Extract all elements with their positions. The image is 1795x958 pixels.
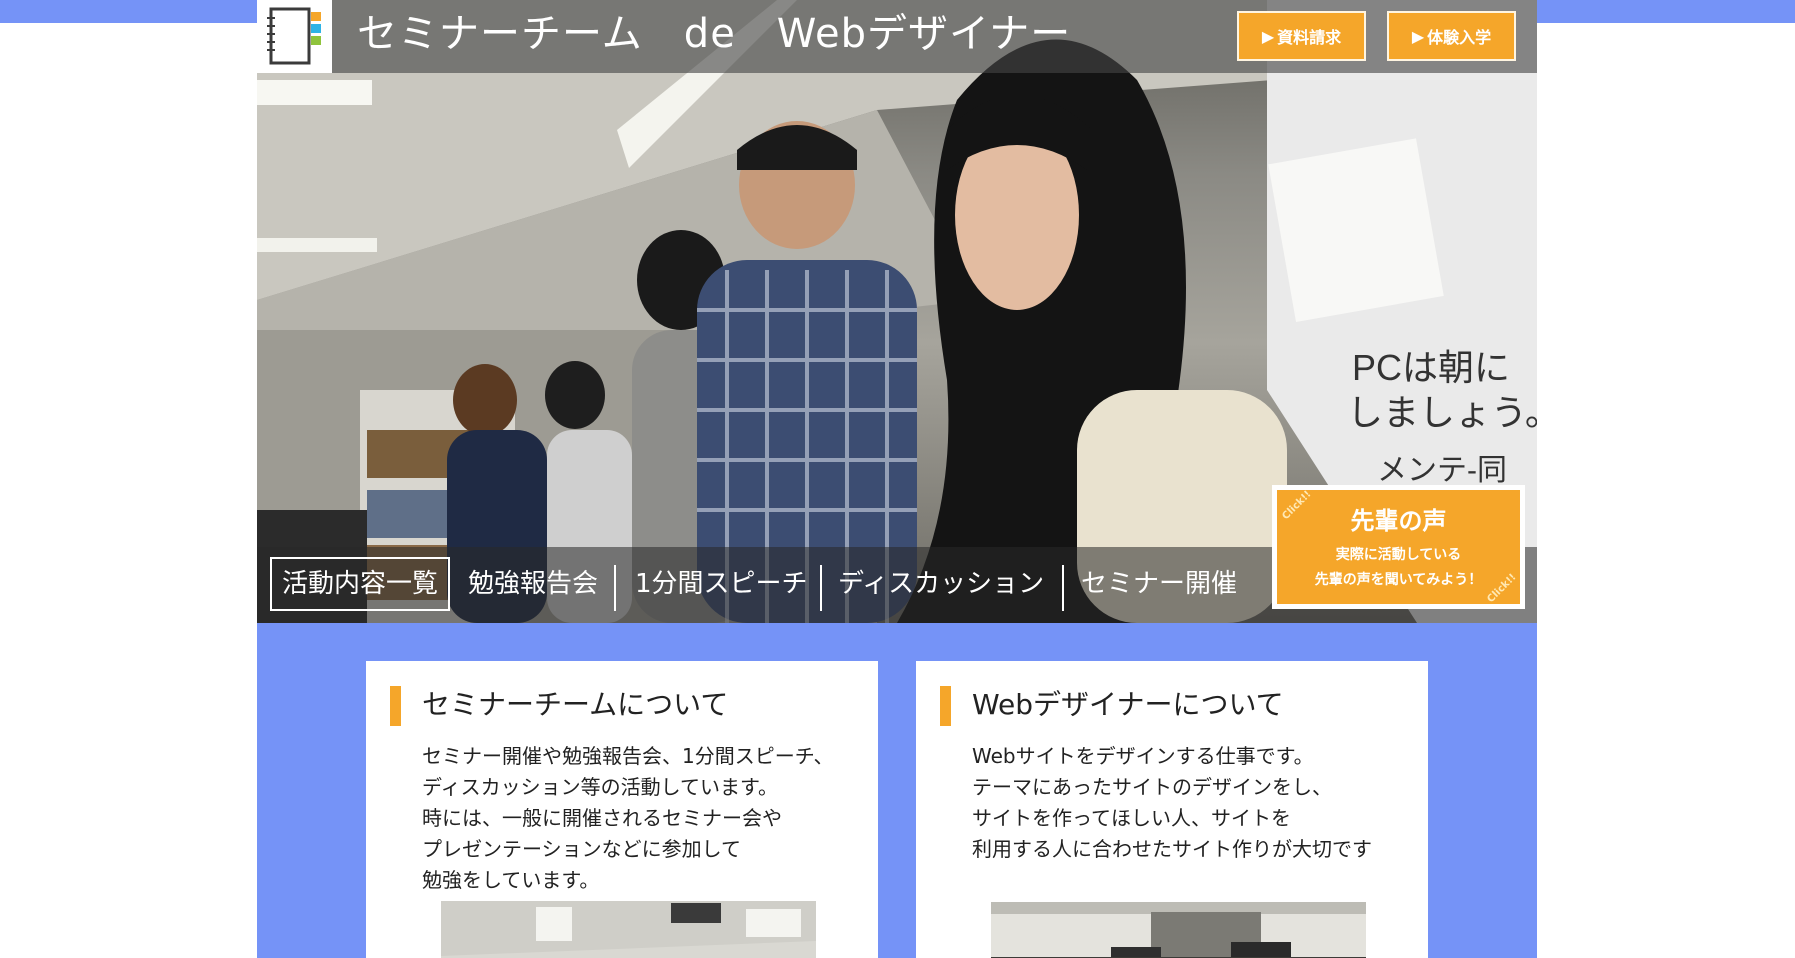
nav-divider: [820, 565, 822, 611]
heading-accent-bar: [390, 686, 401, 726]
seminar-room-photo: [441, 901, 816, 958]
description-line: セミナー開催や勉強報告会、1分間スピーチ、: [422, 744, 834, 768]
description-line: ディスカッション等の活動しています。: [422, 775, 778, 799]
web-designer-card: Webデザイナーについて Webサイトをデザインする仕事です。 テーマにあったサ…: [916, 661, 1428, 958]
page-container: PCは朝に しましょう。 メンテ-同: [257, 0, 1537, 958]
site-logo[interactable]: [257, 0, 332, 73]
nav-divider: [614, 565, 616, 611]
svg-text:PCは朝に: PCは朝に: [1352, 347, 1510, 388]
nav-item-study-report[interactable]: 勉強報告会: [468, 557, 598, 611]
description-line: 時には、一般に開催されるセミナー会や: [422, 806, 782, 830]
senpai-line-2: 先輩の声を聞いてみよう！: [1314, 572, 1483, 588]
svg-text:メンテ-同: メンテ-同: [1377, 454, 1507, 487]
seminar-team-description: セミナー開催や勉強報告会、1分間スピーチ、 ディスカッション等の活動しています。…: [422, 741, 834, 896]
play-triangle-icon: ▶: [1411, 26, 1425, 46]
web-designer-heading: Webデザイナーについて: [972, 688, 1284, 721]
web-designer-description: Webサイトをデザインする仕事です。 テーマにあったサイトのデザインをし、 サイ…: [972, 741, 1372, 865]
site-title[interactable]: セミナーチーム de Webデザイナー: [357, 10, 1071, 58]
seminar-team-card: セミナーチームについて セミナー開催や勉強報告会、1分間スピーチ、 ディスカッシ…: [366, 661, 878, 958]
notebook-logo-icon: [267, 7, 321, 65]
senpai-title: 先輩の声: [1350, 507, 1447, 535]
trial-enrollment-label: 体験入学: [1427, 28, 1492, 47]
trial-enrollment-button[interactable]: ▶ 体験入学: [1387, 11, 1516, 61]
play-triangle-icon: ▶: [1261, 26, 1275, 46]
heading-accent-bar: [940, 686, 951, 726]
svg-text:しましょう。: しましょう。: [1347, 392, 1537, 433]
request-brochure-label: 資料請求: [1277, 28, 1342, 47]
nav-item-seminar[interactable]: セミナー開催: [1081, 557, 1237, 611]
description-line: テーマにあったサイトのデザインをし、: [972, 775, 1332, 799]
site-header: セミナーチーム de Webデザイナー ▶ 資料請求 ▶ 体験入学: [257, 0, 1537, 73]
senpai-voice-banner[interactable]: Click!! 先輩の声 実際に活動している 先輩の声を聞いてみよう！ Clic…: [1272, 485, 1525, 609]
nav-item-activity-list[interactable]: 活動内容一覧: [270, 557, 451, 611]
nav-item-one-minute-speech[interactable]: 1分間スピーチ: [635, 557, 808, 611]
description-line: Webサイトをデザインする仕事です。: [972, 744, 1314, 768]
request-brochure-button[interactable]: ▶ 資料請求: [1237, 11, 1366, 61]
nav-item-discussion[interactable]: ディスカッション: [838, 557, 1044, 611]
seminar-team-heading: セミナーチームについて: [422, 688, 729, 721]
nav-divider: [1062, 565, 1064, 611]
description-line: プレゼンテーションなどに参加して: [422, 837, 741, 861]
description-line: 勉強をしています。: [422, 868, 600, 892]
senpai-line-1: 実際に活動している: [1335, 547, 1462, 563]
description-line: 利用する人に合わせたサイト作りが大切です: [972, 837, 1372, 861]
classroom-photo: [991, 902, 1366, 958]
description-line: サイトを作ってほしい人、サイトを: [972, 806, 1291, 830]
